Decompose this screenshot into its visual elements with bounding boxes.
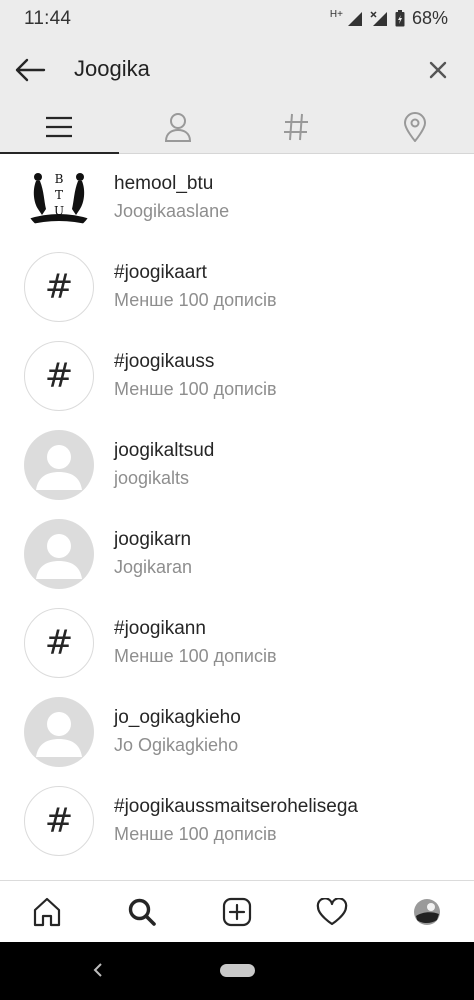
- tab-places[interactable]: [356, 100, 474, 153]
- avatar: B T U: [24, 163, 94, 233]
- result-subtitle: joogikalts: [114, 468, 190, 488]
- list-icon: [46, 116, 73, 137]
- search-results-list: B T U hemool_btu Joogikaaslane # #joogik…: [0, 155, 474, 867]
- list-item[interactable]: joogikarn Jogikaran: [0, 511, 474, 600]
- search-input[interactable]: [74, 56, 404, 82]
- result-subtitle: Менше 100 дописів: [114, 646, 277, 666]
- arrow-left-icon: [15, 58, 46, 82]
- svg-text:T: T: [55, 188, 63, 202]
- result-title: #joogikaussmaitserohelisega: [114, 796, 358, 817]
- system-back-button[interactable]: [88, 958, 108, 982]
- nav-home[interactable]: [0, 881, 95, 942]
- chevron-left-icon: [93, 963, 102, 977]
- status-bar: 11:44 H+ 68%: [0, 0, 474, 38]
- hashtag-avatar-icon: #: [24, 341, 94, 411]
- signal-x-icon: [370, 10, 387, 26]
- result-title: joogikarn: [114, 529, 192, 550]
- result-title: #joogikauss: [114, 351, 215, 372]
- result-title: #joogikann: [114, 618, 206, 639]
- close-icon: [429, 61, 447, 79]
- person-icon: [164, 112, 191, 142]
- list-item[interactable]: # #joogikauss Менше 100 дописів: [0, 333, 474, 422]
- hashtag-icon: [284, 113, 309, 140]
- back-button[interactable]: [10, 50, 50, 90]
- result-subtitle: Менше 100 дописів: [114, 824, 277, 844]
- nav-new-post[interactable]: [190, 881, 285, 942]
- result-title: joogikaltsud: [114, 440, 215, 461]
- location-pin-icon: [403, 111, 426, 142]
- list-item[interactable]: # #joogikaussmaitserohelisega Менше 100 …: [0, 778, 474, 867]
- hashtag-avatar-icon: #: [24, 252, 94, 322]
- default-avatar-icon: [24, 430, 94, 500]
- btu-logo-icon: B T U: [24, 163, 94, 233]
- list-item[interactable]: jo_ogikagkieho Jo Ogikagkieho: [0, 689, 474, 778]
- hashtag-avatar-icon: #: [24, 608, 94, 678]
- result-subtitle: Jo Ogikagkieho: [114, 735, 239, 755]
- tab-tags[interactable]: [237, 100, 356, 153]
- system-navigation-bar: [0, 942, 474, 1000]
- result-title: #joogikaart: [114, 262, 207, 283]
- list-item[interactable]: # #joogikaart Менше 100 дописів: [0, 244, 474, 333]
- nav-activity[interactable]: [284, 881, 379, 942]
- nav-profile[interactable]: [379, 881, 474, 942]
- hashtag-avatar-icon: #: [24, 786, 94, 856]
- network-type-label: H+: [329, 8, 343, 20]
- bottom-navigation: [0, 880, 474, 942]
- status-icons: H+ 68%: [330, 8, 448, 29]
- home-icon: [34, 897, 61, 926]
- battery-percent: 68%: [411, 8, 448, 28]
- system-home-pill[interactable]: [220, 964, 255, 977]
- search-icon: [128, 898, 156, 926]
- result-subtitle: Менше 100 дописів: [114, 379, 277, 399]
- signal-icon: [347, 11, 362, 26]
- status-time: 11:44: [24, 8, 72, 29]
- result-subtitle: Менше 100 дописів: [114, 290, 277, 310]
- result-title: hemool_btu: [114, 173, 214, 194]
- nav-search[interactable]: [95, 881, 190, 942]
- list-item[interactable]: # #joogikann Менше 100 дописів: [0, 600, 474, 689]
- battery-icon: [395, 10, 405, 27]
- search-bar: [0, 38, 474, 100]
- tab-accounts[interactable]: [119, 100, 238, 153]
- add-post-icon: [222, 897, 252, 926]
- search-tabs: [0, 100, 474, 154]
- clear-search-button[interactable]: [420, 52, 456, 88]
- default-avatar-icon: [24, 697, 94, 767]
- list-item[interactable]: joogikaltsud joogikalts: [0, 422, 474, 511]
- list-item[interactable]: B T U hemool_btu Joogikaaslane: [0, 155, 474, 244]
- result-title: jo_ogikagkieho: [114, 707, 241, 728]
- default-avatar-icon: [24, 519, 94, 589]
- heart-icon: [316, 897, 348, 925]
- result-subtitle: Jogikaran: [114, 557, 193, 577]
- svg-text:B: B: [55, 172, 64, 186]
- result-subtitle: Joogikaaslane: [114, 201, 230, 221]
- tab-top[interactable]: [0, 100, 119, 154]
- profile-avatar-icon: [413, 898, 440, 925]
